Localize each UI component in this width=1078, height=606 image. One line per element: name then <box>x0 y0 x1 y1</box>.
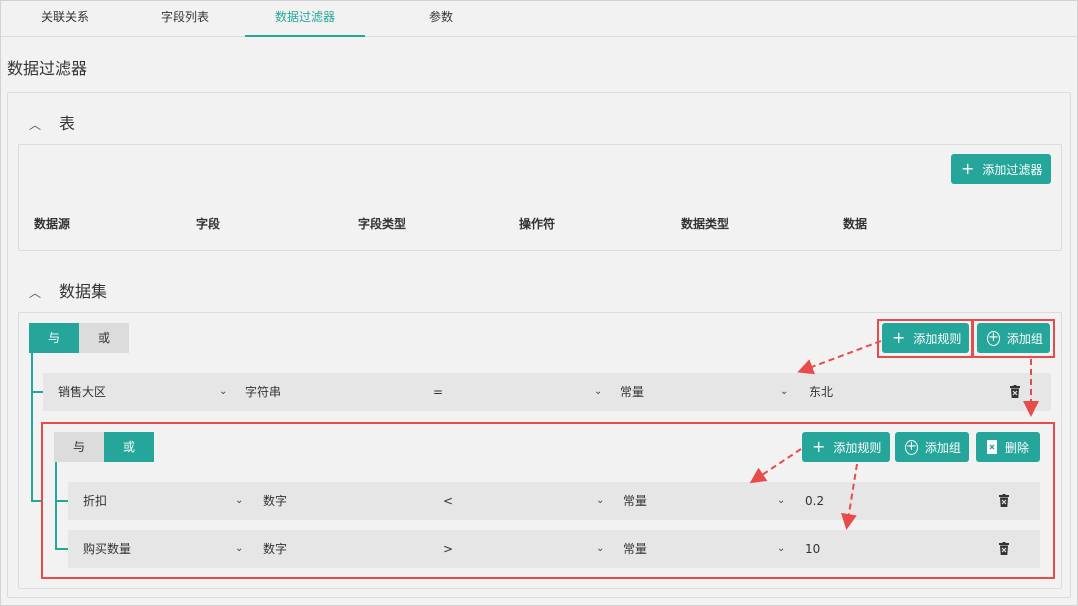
operator-select[interactable]: = <box>433 373 443 411</box>
operator-select[interactable]: < <box>443 482 453 520</box>
field-type-select[interactable]: 字符串 <box>245 373 281 411</box>
tree-connector <box>31 391 43 393</box>
column-header-data: 数据 <box>843 217 868 231</box>
field-select[interactable]: 销售大区 <box>58 373 106 411</box>
dataset-section-title: 数据集 <box>59 282 108 301</box>
highlight-box-add-group <box>972 319 1055 358</box>
tab-relations[interactable]: 关联关系 <box>5 1 125 37</box>
group-logic-and-option[interactable]: 与 <box>54 432 104 462</box>
filter-rule-row: 销售大区 ⌄ 字符串 = ⌄ 常量 ⌄ 东北 <box>43 373 1051 411</box>
tab-parameters[interactable]: 参数 <box>381 1 501 37</box>
delete-group-button[interactable]: 删除 <box>976 432 1040 462</box>
tree-connector <box>55 500 68 502</box>
chevron-down-icon[interactable]: ⌄ <box>777 530 789 568</box>
group-add-group-button[interactable]: + 添加组 <box>895 432 969 462</box>
group-add-rule-label: 添加规则 <box>833 440 882 455</box>
chevron-down-icon[interactable]: ⌄ <box>777 482 789 520</box>
field-select[interactable]: 购买数量 <box>83 530 131 568</box>
logic-toggle: 与 或 <box>29 323 129 353</box>
tree-connector <box>31 353 33 501</box>
plus-icon: + <box>812 437 826 456</box>
tab-field-list[interactable]: 字段列表 <box>125 1 245 37</box>
table-section-header[interactable]: ︿ 表 <box>29 110 75 134</box>
logic-or-option[interactable]: 或 <box>79 323 129 353</box>
field-select[interactable]: 折扣 <box>83 482 107 520</box>
app-frame: 关联关系 字段列表 数据过滤器 参数 数据过滤器 ︿ 表 + 添加过滤器 数据源 … <box>0 0 1078 606</box>
trash-icon[interactable] <box>999 542 1009 555</box>
value-input[interactable]: 东北 <box>809 373 833 411</box>
tab-data-filter[interactable]: 数据过滤器 <box>245 1 365 37</box>
add-filter-button[interactable]: + 添加过滤器 <box>951 154 1051 184</box>
data-type-select[interactable]: 常量 <box>623 482 647 520</box>
data-type-select[interactable]: 常量 <box>620 373 644 411</box>
group-rule-row: 购买数量 ⌄ 数字 > ⌄ 常量 ⌄ 10 <box>68 530 1040 568</box>
group-logic-or-option[interactable]: 或 <box>104 432 154 462</box>
chevron-up-icon[interactable]: ︿ <box>29 284 45 301</box>
tree-connector <box>55 462 57 550</box>
data-type-select[interactable]: 常量 <box>623 530 647 568</box>
column-header-operator: 操作符 <box>519 217 556 231</box>
value-input[interactable]: 10 <box>805 530 820 568</box>
highlight-box-add-rule <box>877 319 973 358</box>
column-header-field: 字段 <box>196 217 221 231</box>
group-rule-row: 折扣 ⌄ 数字 < ⌄ 常量 ⌄ 0.2 <box>68 482 1040 520</box>
page-title: 数据过滤器 <box>7 59 88 78</box>
chevron-down-icon[interactable]: ⌄ <box>780 373 792 411</box>
trash-icon[interactable] <box>999 494 1009 507</box>
chevron-down-icon[interactable]: ⌄ <box>594 373 606 411</box>
column-header-datasource: 数据源 <box>34 217 71 231</box>
trash-icon <box>987 440 997 454</box>
tab-bar: 关联关系 字段列表 数据过滤器 参数 <box>1 1 1077 37</box>
field-type-select[interactable]: 数字 <box>263 530 287 568</box>
group-add-group-label: 添加组 <box>924 440 961 455</box>
table-filter-box <box>18 144 1062 251</box>
delete-label: 删除 <box>1005 440 1030 455</box>
group-logic-toggle: 与 或 <box>54 432 154 462</box>
logic-and-option[interactable]: 与 <box>29 323 79 353</box>
value-input[interactable]: 0.2 <box>805 482 824 520</box>
field-type-select[interactable]: 数字 <box>263 482 287 520</box>
add-filter-label: 添加过滤器 <box>982 162 1043 177</box>
chevron-down-icon[interactable]: ⌄ <box>235 482 247 520</box>
trash-icon[interactable] <box>1010 385 1020 398</box>
dataset-section-header[interactable]: ︿ 数据集 <box>29 278 107 302</box>
operator-select[interactable]: > <box>443 530 453 568</box>
column-header-data-type: 数据类型 <box>681 217 730 231</box>
chevron-down-icon[interactable]: ⌄ <box>596 482 608 520</box>
column-header-field-type: 字段类型 <box>358 217 407 231</box>
chevron-down-icon[interactable]: ⌄ <box>235 530 247 568</box>
group-add-rule-button[interactable]: + 添加规则 <box>802 432 890 462</box>
tree-connector <box>55 548 68 550</box>
chevron-up-icon[interactable]: ︿ <box>29 116 45 133</box>
chevron-down-icon[interactable]: ⌄ <box>596 530 608 568</box>
plus-icon: + <box>961 159 975 178</box>
plus-circle-icon: + <box>905 438 918 455</box>
chevron-down-icon[interactable]: ⌄ <box>219 373 231 411</box>
table-section-title: 表 <box>59 114 76 133</box>
